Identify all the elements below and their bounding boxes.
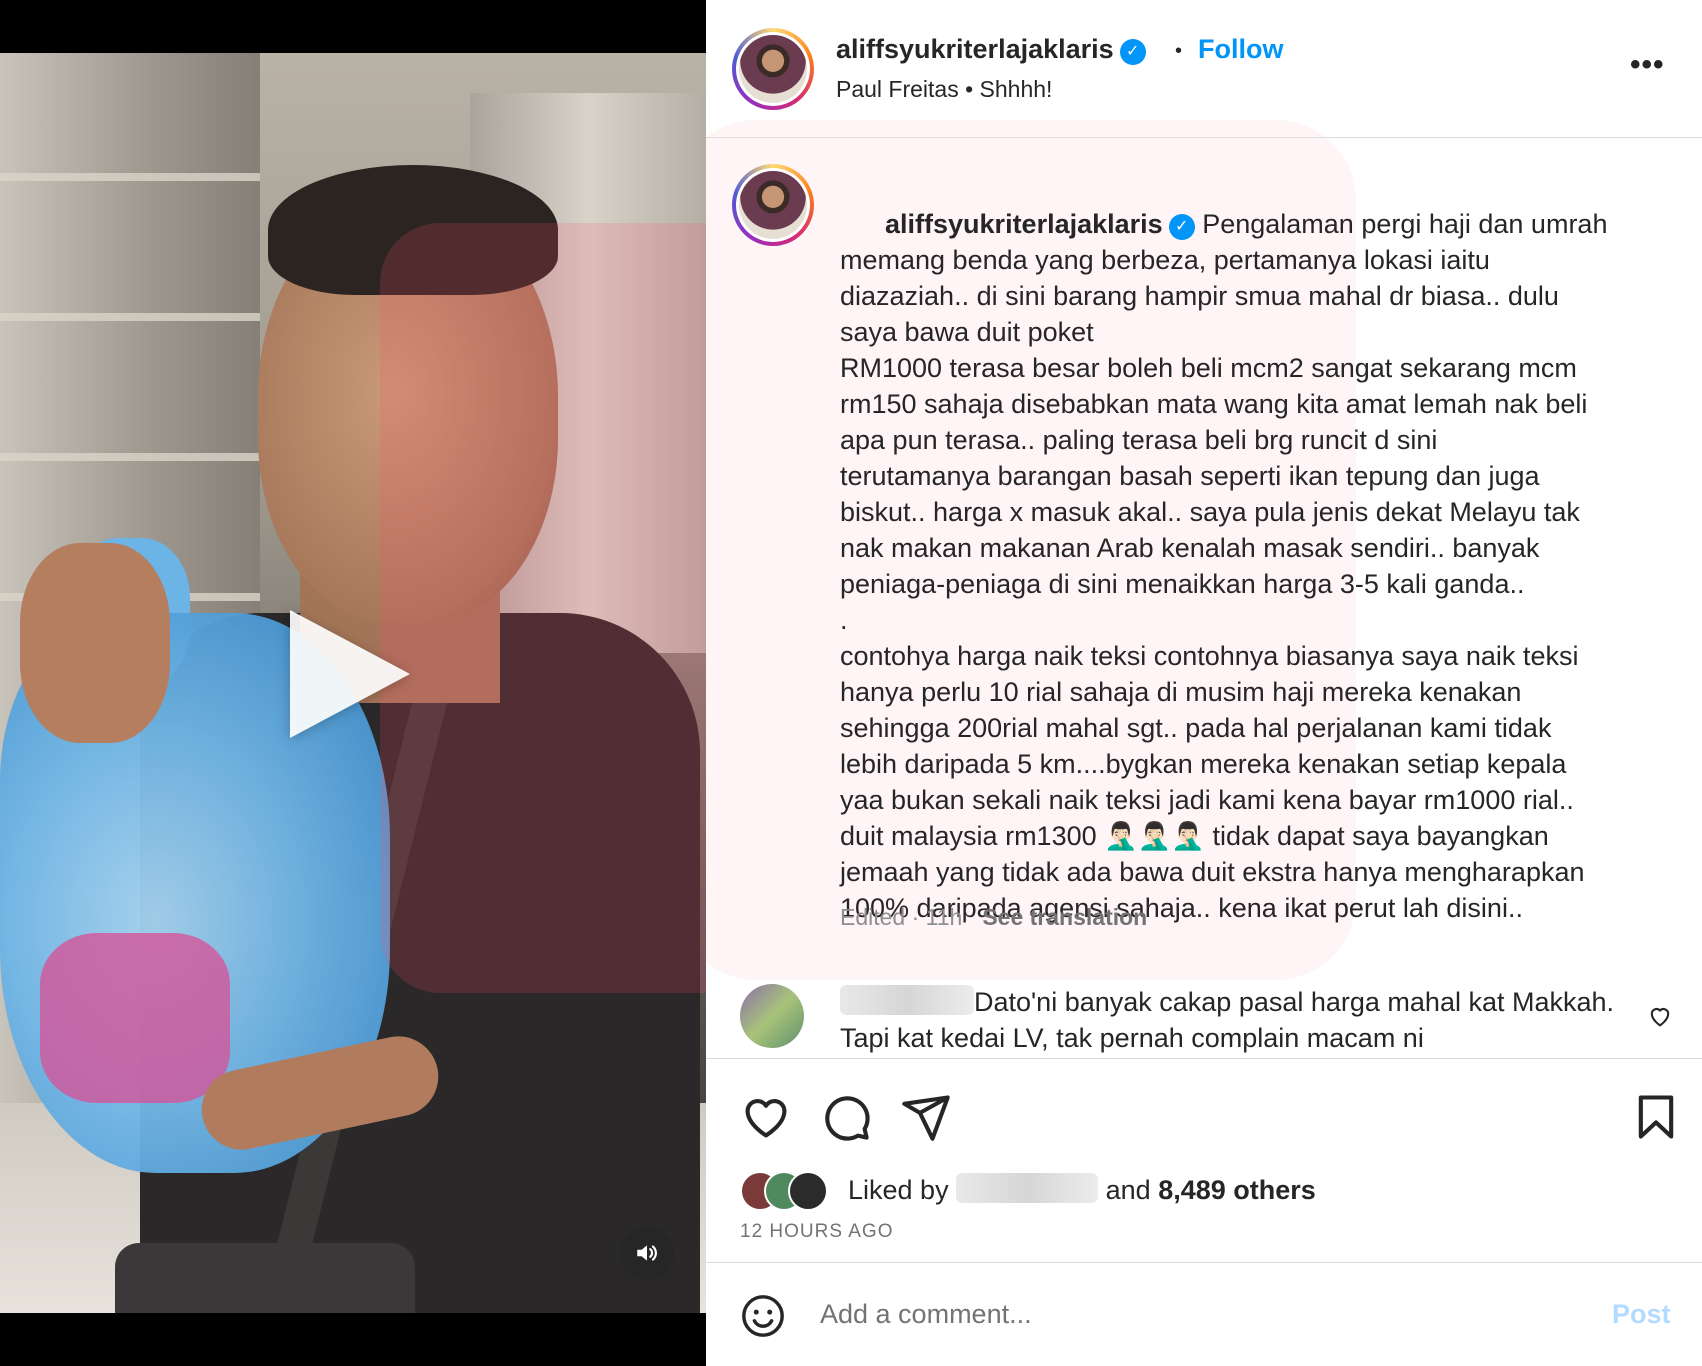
caption-line: duit malaysia rm1300 🤦🏻‍♂️🤦🏻‍♂️🤦🏻‍♂️ tid…: [840, 821, 1549, 851]
add-comment-bar: Post: [706, 1262, 1702, 1366]
video-player[interactable]: [0, 0, 706, 1366]
caption-line: Pengalaman pergi haji dan umrah: [1202, 209, 1608, 239]
caption-line: saya bawa duit poket: [840, 317, 1094, 347]
post-timestamp[interactable]: 12 HOURS AGO: [740, 1221, 894, 1243]
comment-input[interactable]: [820, 1291, 1520, 1337]
commenter-avatar[interactable]: [740, 984, 804, 1048]
liked-by-text: Liked by and 8,489 others: [848, 1173, 1316, 1205]
caption-line: nak makan makanan Arab kenalah masak sen…: [840, 533, 1540, 563]
caption-line: biskut.. harga x masuk akal.. saya pula …: [840, 497, 1580, 527]
author-username[interactable]: aliffsyukriterlajaklaris ✓: [836, 34, 1146, 65]
caption-line: yaa bukan sekali naik teksi jadi kami ke…: [840, 785, 1574, 815]
caption-line: lebih daripada 5 km....bygkan mereka ken…: [840, 749, 1567, 779]
caption-line: contohya harga naik teksi contohnya bias…: [840, 641, 1579, 671]
caption-line: RM1000 terasa besar boleh beli mcm2 sang…: [840, 353, 1577, 383]
caption-text: Pengalaman pergi haji dan umrah memang be…: [840, 209, 1607, 923]
verified-icon: ✓: [1119, 39, 1146, 65]
volume-button[interactable]: [620, 1226, 674, 1280]
audio-label[interactable]: Paul Freitas • Shhhh!: [836, 76, 1052, 103]
comment-item: Dato'ni banyak cakap pasal harga mahal k…: [840, 984, 1620, 1056]
follow-button[interactable]: Follow: [1198, 34, 1283, 65]
likes-count[interactable]: 8,489 others: [1158, 1175, 1316, 1205]
watermark: [380, 223, 706, 993]
more-icon[interactable]: •••: [1630, 48, 1665, 82]
caption-line: sehingga 200rial mahal sgt.. pada hal pe…: [840, 713, 1552, 743]
caption-line: memang benda yang berbeza, pertamanya lo…: [840, 245, 1490, 275]
caption-username[interactable]: aliffsyukriterlajaklaris: [885, 209, 1163, 239]
header-separator: •: [1175, 40, 1183, 62]
post-meta: Edited · 11h See translation: [840, 904, 1147, 931]
edited-timestamp[interactable]: Edited · 11h: [840, 904, 962, 930]
caption-avatar[interactable]: [732, 164, 814, 246]
volume-icon: [637, 1245, 657, 1261]
blurred-username: [840, 985, 974, 1015]
comment-icon[interactable]: [820, 1091, 872, 1143]
blurred-liker: [956, 1173, 1099, 1203]
comment-like-icon[interactable]: [1646, 1002, 1674, 1030]
caption-line: diazaziah.. di sini barang hampir smua m…: [840, 281, 1559, 311]
see-translation-link[interactable]: See translation: [982, 904, 1147, 930]
play-icon[interactable]: [290, 610, 410, 738]
liker-avatars[interactable]: [740, 1171, 830, 1211]
caption-line: .: [840, 605, 848, 635]
author-avatar[interactable]: [732, 28, 814, 110]
shoulder-bag: [115, 1243, 415, 1313]
action-bar: Liked by and 8,489 others 12 HOURS AGO: [706, 1058, 1702, 1242]
bookmark-icon[interactable]: [1630, 1091, 1682, 1143]
caption-line: rm150 sahaja disebabkan mata wang kita a…: [840, 389, 1588, 419]
emoji-icon[interactable]: [740, 1293, 786, 1339]
caption-line: jemaah yang tidak ada bawa duit ekstra h…: [840, 857, 1585, 887]
caption-line: peniaga-peniaga di sini menaikkan harga …: [840, 569, 1525, 599]
post-button[interactable]: Post: [1612, 1299, 1671, 1330]
bag-contents: [40, 933, 230, 1103]
caption-line: terutamanya barangan basah seperti ikan …: [840, 461, 1540, 491]
share-icon[interactable]: [900, 1091, 952, 1143]
post-panel: aliffsyukriterlajaklaris ✓ • Follow Paul …: [706, 0, 1702, 1366]
caption-line: hanya perlu 10 rial sahaja di musim haji…: [840, 677, 1522, 707]
heart-icon[interactable]: [740, 1091, 792, 1143]
person-hand: [20, 543, 170, 743]
caption-line: apa pun terasa.. paling terasa beli brg …: [840, 425, 1438, 455]
verified-icon: ✓: [1168, 214, 1195, 240]
post-header: aliffsyukriterlajaklaris ✓ • Follow Paul …: [706, 0, 1702, 138]
post-caption: aliffsyukriterlajaklaris ✓ Pengalaman per…: [840, 170, 1670, 962]
liker-avatar: [788, 1171, 828, 1211]
